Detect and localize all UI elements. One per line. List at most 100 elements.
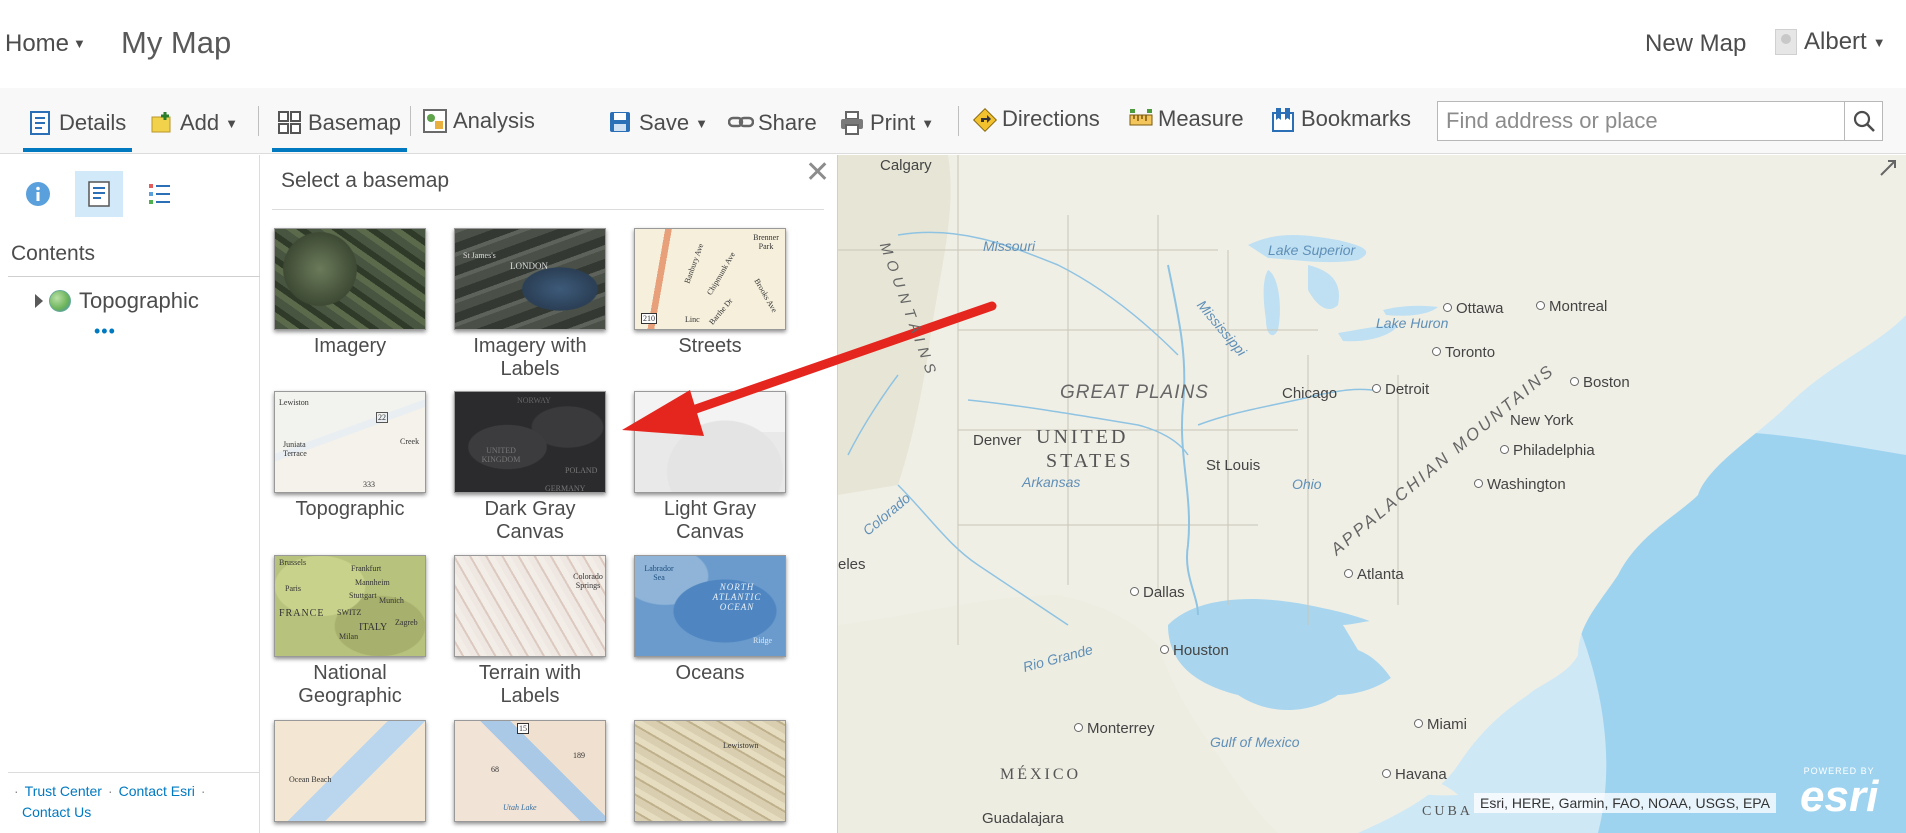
basemap-globe-icon	[49, 290, 71, 312]
contact-us-link[interactable]: Contact Us	[22, 804, 91, 820]
map-label-calgary: Calgary	[880, 157, 932, 174]
details-icon	[29, 111, 53, 135]
basemap-gallery-panel: Select a basemap ✕ Imagery LONDON St Jam…	[260, 155, 838, 833]
printer-icon	[840, 111, 864, 135]
thumb-label: Lewiston	[279, 398, 309, 407]
basemap-tile-topographic[interactable]: Lewiston Juniata Terrace Creek 22 333 To…	[274, 391, 426, 521]
thumb-label: Ocean Beach	[289, 775, 332, 784]
map-label-chicago: Chicago	[1282, 385, 1338, 402]
map-label-missouri: Missouri	[983, 238, 1036, 254]
thumb-label: NORWAY	[517, 396, 551, 405]
search-input[interactable]	[1438, 102, 1798, 140]
basemap-tile-dark-gray-canvas[interactable]: NORWAY UNITED KINGDOM POLAND GERMANY Dar…	[454, 391, 606, 544]
basemap-tile-usa-topo[interactable]: Lewistown	[634, 720, 786, 822]
thumb-label: UNITED KINGDOM	[481, 446, 521, 464]
save-button[interactable]: Save ▼	[609, 108, 708, 138]
map-label-detroit: Detroit	[1372, 381, 1429, 398]
user-menu[interactable]: Albert ▼	[1775, 28, 1886, 56]
basemap-grid-icon	[278, 111, 302, 135]
basemap-tile-oceans[interactable]: Labrador Sea NORTH ATLANTIC OCEAN Ridge …	[634, 555, 786, 685]
layer-name: Topographic	[79, 288, 199, 313]
thumb-label: Colorado Springs	[573, 572, 603, 590]
bookmarks-button[interactable]: Bookmarks	[1271, 104, 1411, 134]
map-attribution: Esri, HERE, Garmin, FAO, NOAA, USGS, EPA	[1474, 793, 1776, 813]
map-label-new-york: New York	[1510, 412, 1574, 429]
info-icon	[26, 182, 50, 206]
layer-item-topographic[interactable]: Topographic	[35, 288, 199, 314]
directions-label: Directions	[1002, 106, 1100, 131]
save-label: Save	[639, 110, 690, 135]
analysis-button[interactable]: Analysis	[423, 106, 535, 136]
measure-button[interactable]: Measure	[1128, 104, 1244, 134]
basemap-thumbnail: Brussels Frankfurt Mannheim Stuttgart Mu…	[274, 555, 426, 657]
basemap-tile-streets-night[interactable]: 15 68 189 Utah Lake	[454, 720, 606, 822]
close-icon[interactable]: ✕	[805, 155, 830, 190]
map-label-denver: Denver	[973, 432, 1022, 449]
map-label-gulf-of-mexico: Gulf of Mexico	[1210, 734, 1300, 750]
map-label-boston: Boston	[1570, 374, 1630, 391]
about-tab[interactable]	[14, 171, 62, 217]
basemap-label: Topographic	[295, 498, 405, 520]
thumb-label: Zagreb	[395, 618, 418, 627]
legend-icon	[149, 184, 170, 204]
thumb-label: Brussels	[279, 558, 307, 567]
map-label-toronto: Toronto	[1432, 344, 1495, 361]
basemap-label: Light Gray Canvas	[663, 498, 757, 543]
red-arrow-annotation	[622, 301, 997, 436]
thumb-label: Frankfurt	[351, 564, 382, 573]
thumb-label: FRANCE	[279, 608, 325, 619]
trust-center-link[interactable]: Trust Center	[25, 783, 102, 799]
separator-dot: ·	[200, 783, 206, 799]
map-title: My Map	[121, 25, 232, 60]
chevron-down-icon: ▼	[921, 115, 935, 131]
share-button[interactable]: Share	[727, 108, 817, 138]
toolbar-divider	[410, 106, 411, 136]
basemap-thumbnail: Colorado Springs	[454, 555, 606, 657]
map-view[interactable]	[838, 155, 1906, 833]
details-button[interactable]: Details	[22, 108, 133, 152]
content-tab[interactable]	[75, 171, 123, 217]
basemap-thumbnail: LONDON St James's	[454, 228, 606, 330]
basemap-tile-national-geographic[interactable]: Brussels Frankfurt Mannheim Stuttgart Mu…	[274, 555, 426, 708]
new-map-button[interactable]: New Map	[1645, 30, 1746, 58]
search-field[interactable]	[1437, 101, 1845, 141]
print-button[interactable]: Print ▼	[840, 108, 934, 138]
details-pane: Contents Topographic ••• · Trust Center · C…	[0, 155, 260, 833]
map-label-miami: Miami	[1414, 716, 1467, 733]
expand-triangle-icon[interactable]	[35, 294, 43, 308]
add-button[interactable]: Add ▼	[150, 108, 238, 138]
more-options-icon[interactable]: •••	[94, 321, 116, 342]
directions-button[interactable]: Directions	[972, 104, 1100, 134]
thumb-label: POLAND	[565, 466, 598, 475]
measure-label: Measure	[1158, 106, 1244, 131]
basemap-thumbnail: Lewiston Juniata Terrace Creek 22 333	[274, 391, 426, 493]
map-label-houston: Houston	[1160, 642, 1229, 659]
basemap-tile-terrain-with-labels[interactable]: Colorado Springs Terrain with Labels	[454, 555, 606, 708]
esri-logo[interactable]: POWERED BY esri	[1800, 766, 1879, 821]
thumb-label: Utah Lake	[503, 803, 537, 812]
share-label: Share	[758, 110, 817, 135]
chevron-down-icon: ▼	[225, 115, 239, 131]
thumb-label: GERMANY	[545, 484, 586, 493]
chevron-down-icon: ▼	[695, 115, 709, 131]
search-button[interactable]	[1845, 101, 1883, 141]
gallery-title: Select a basemap	[281, 169, 450, 192]
legend-tab[interactable]	[136, 171, 184, 217]
basemap-tile-imagery[interactable]: Imagery	[274, 228, 426, 358]
home-menu[interactable]: Home ▼	[5, 30, 86, 58]
directions-icon	[972, 107, 998, 133]
contact-esri-link[interactable]: Contact Esri	[119, 783, 195, 799]
thumb-label: Munich	[379, 596, 404, 605]
basemap-thumbnail: 15 68 189 Utah Lake	[454, 720, 606, 822]
divider	[272, 209, 824, 210]
expand-icon[interactable]	[1878, 158, 1898, 183]
toolbar-divider	[958, 106, 959, 136]
thumb-label: NORTH ATLANTIC OCEAN	[712, 582, 762, 612]
basemap-button[interactable]: Basemap	[272, 108, 407, 152]
basemap-tile-imagery-with-labels[interactable]: LONDON St James's Imagery with Labels	[454, 228, 606, 381]
basemap-thumbnail: Labrador Sea NORTH ATLANTIC OCEAN Ridge	[634, 555, 786, 657]
divider	[8, 772, 260, 773]
esri-wordmark: esri	[1800, 772, 1879, 821]
thumb-label: 333	[363, 480, 375, 489]
basemap-tile-streets-relief[interactable]: Ocean Beach	[274, 720, 426, 822]
